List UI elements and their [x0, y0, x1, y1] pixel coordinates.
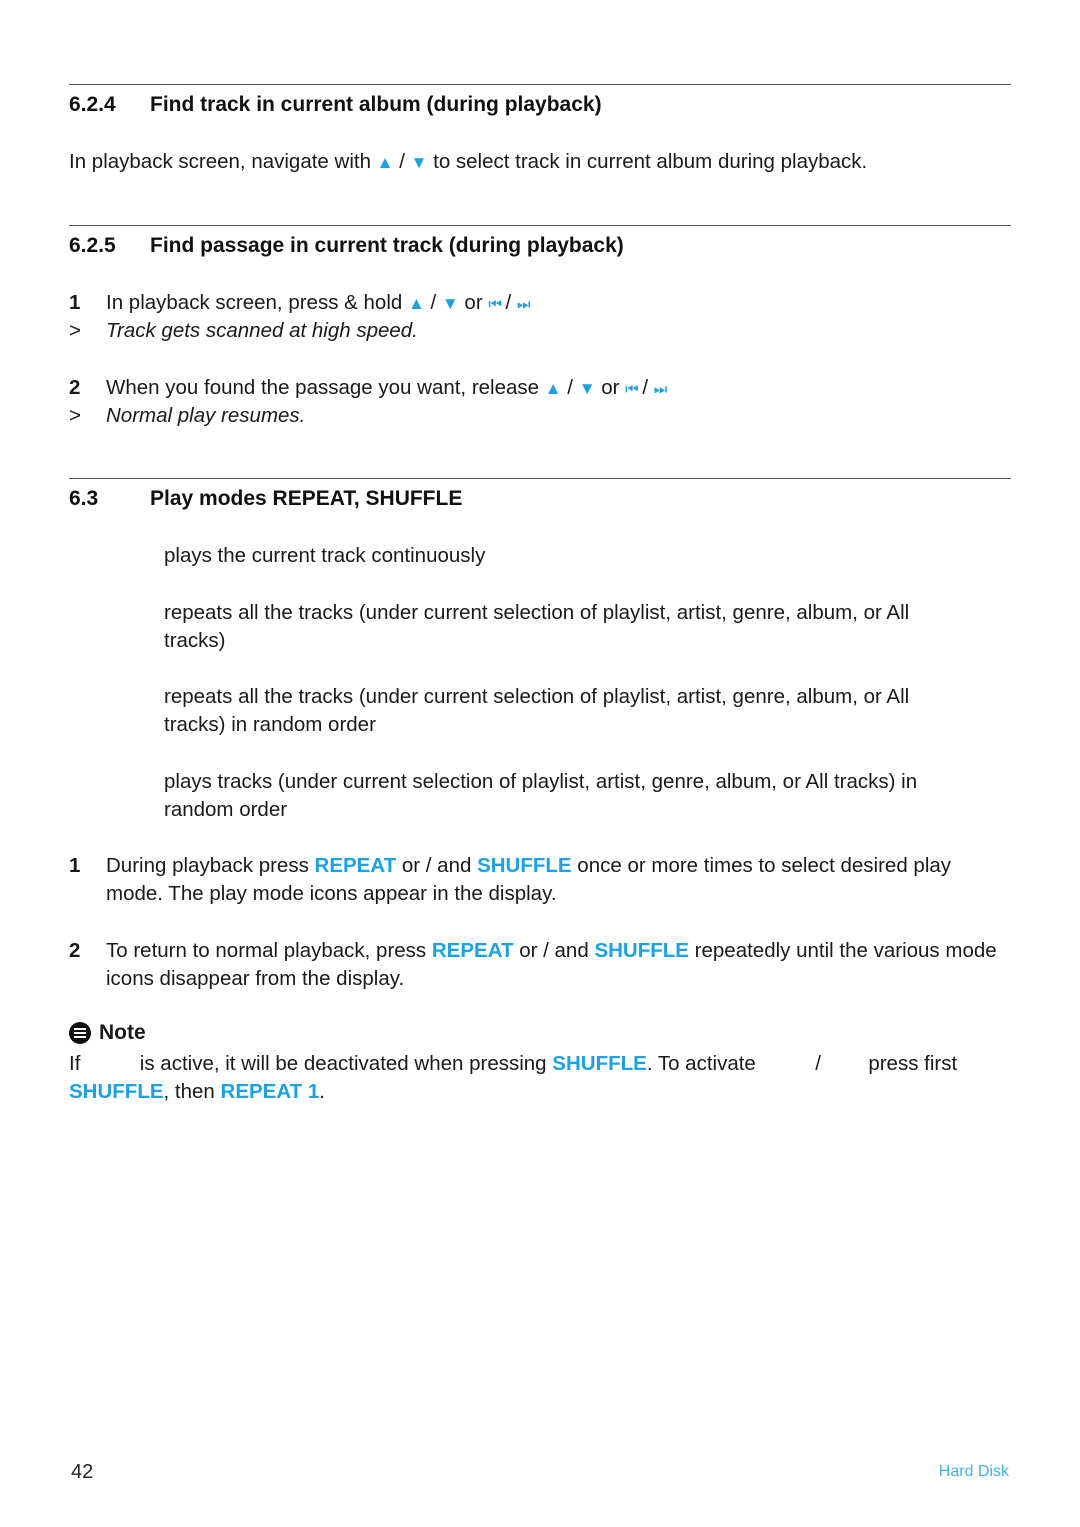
text: . To activate	[646, 1052, 762, 1075]
text: .	[319, 1080, 325, 1103]
mode-description-repeat-1: plays the current track continuously	[164, 544, 486, 567]
note-icon	[69, 1022, 91, 1044]
text: /	[636, 376, 654, 399]
shuffle-button-label: SHUFFLE	[594, 939, 689, 962]
section-number: 6.2.4	[69, 93, 116, 116]
shuffle-button-label: SHUFFLE	[552, 1052, 647, 1075]
mode-description-repeat-all: repeats all the tracks (under current se…	[164, 601, 910, 652]
section-divider	[69, 478, 1011, 479]
text: During playback press	[106, 854, 315, 877]
text: or	[458, 291, 489, 314]
note-heading: Note	[69, 1021, 146, 1045]
text: In playback screen, navigate with	[69, 150, 377, 173]
text: To return to normal playback, press	[106, 939, 432, 962]
mode-description-repeat-shuffle: repeats all the tracks (under current se…	[164, 685, 910, 736]
shuffle-button-label: SHUFFLE	[69, 1080, 164, 1103]
step-item: 1 In playback screen, press & hold ▲ / ▼…	[69, 289, 1009, 319]
heading-6-2-4: 6.2.4 Find track in current album (during…	[69, 93, 602, 117]
section-title: Find track in current album (during play…	[150, 93, 602, 116]
step-result: > Track gets scanned at high speed.	[69, 317, 418, 345]
section-number: 6.2.5	[69, 234, 116, 257]
section-number: 6.3	[69, 487, 99, 510]
section-divider	[69, 84, 1011, 85]
next-track-icon: ⏭	[653, 381, 667, 398]
text: is active, it will be deactivated when p…	[134, 1052, 553, 1075]
page-number: 42	[71, 1461, 94, 1483]
result-text: Normal play resumes.	[106, 404, 306, 427]
text: , then	[163, 1080, 221, 1103]
repeat-button-label: REPEAT	[431, 939, 514, 962]
step-item: 2 When you found the passage you want, r…	[69, 374, 1009, 404]
paragraph-navigate: In playback screen, navigate with ▲ / ▼ …	[69, 148, 1009, 177]
result-marker: >	[69, 404, 81, 427]
text: /	[561, 376, 579, 399]
text: or	[595, 376, 626, 399]
shuffle-button-label: SHUFFLE	[477, 854, 572, 877]
repeat-1-button-label: REPEAT 1	[220, 1080, 320, 1103]
heading-6-2-5: 6.2.5 Find passage in current track (duri…	[69, 234, 624, 258]
down-arrow-icon: ▼	[441, 294, 459, 313]
step-item: 2 To return to normal playback, press RE…	[69, 937, 1009, 993]
step-item: 1 During playback press REPEAT or / and …	[69, 852, 1009, 908]
previous-track-icon: ⏮	[488, 296, 501, 313]
section-divider	[69, 225, 1011, 226]
text: /	[393, 150, 411, 173]
note-body: If is active, it will be deactivated whe…	[69, 1050, 1009, 1106]
text: /	[499, 291, 517, 314]
heading-6-3: 6.3 Play modes REPEAT, SHUFFLE	[69, 487, 462, 511]
step-number: 1	[69, 854, 81, 877]
text: press first	[862, 1052, 958, 1075]
mode-description-shuffle: plays tracks (under current selection of…	[164, 770, 918, 821]
previous-track-icon: ⏮	[625, 381, 638, 398]
text: If	[69, 1052, 87, 1075]
text: or / and	[513, 939, 595, 962]
text: to select track in current album during …	[427, 150, 868, 173]
section-title: Play modes REPEAT, SHUFFLE	[150, 487, 463, 510]
down-arrow-icon: ▼	[410, 153, 428, 172]
step-number: 1	[69, 291, 81, 314]
step-text: In playback screen, press & hold	[106, 291, 408, 314]
up-arrow-icon: ▲	[407, 294, 425, 313]
section-title: Find passage in current track (during pl…	[150, 234, 624, 257]
step-number: 2	[69, 376, 81, 399]
step-result: > Normal play resumes.	[69, 402, 305, 430]
result-text: Track gets scanned at high speed.	[106, 319, 418, 342]
result-marker: >	[69, 319, 81, 342]
text: /	[809, 1052, 827, 1075]
note-label: Note	[99, 1021, 146, 1044]
down-arrow-icon: ▼	[578, 379, 596, 398]
step-number: 2	[69, 939, 81, 962]
up-arrow-icon: ▲	[376, 153, 394, 172]
up-arrow-icon: ▲	[544, 379, 562, 398]
repeat-button-label: REPEAT	[314, 854, 397, 877]
text: /	[424, 291, 442, 314]
step-text: When you found the passage you want, rel…	[106, 376, 545, 399]
next-track-icon: ⏭	[516, 296, 530, 313]
text: or / and	[396, 854, 478, 877]
footer-label: Hard Disk	[938, 1463, 1009, 1480]
